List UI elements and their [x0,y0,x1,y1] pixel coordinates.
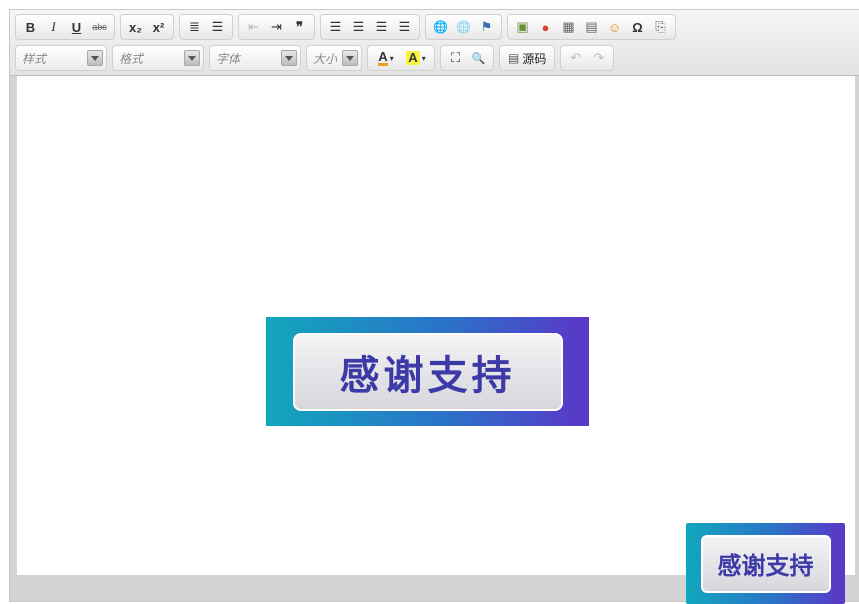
italic-button[interactable]: I [42,16,65,38]
floating-thanks-support-badge[interactable]: 感谢支持 [686,523,845,604]
horizontal-rule-icon: ▤ [585,19,598,34]
align-justify-button[interactable]: ☰ [393,16,416,38]
size-combo-label: 大小 [313,51,338,66]
indent-button[interactable]: ⇥ [265,16,288,38]
font-combo[interactable]: 字体 [209,45,301,71]
rich-text-editor: B I Uabc x₂ x² ≣ ☰ ⇤ ⇥ ❞ ☰ ☰ ☰ ☰ 🌐 🌐 ⚑ ▣ ● ▦ ▤ ☺ Ω ⎘ 样式 格式 字体 大… [9,9,859,602]
text-color-button[interactable]: A ▾ [371,47,401,69]
floating-thanks-support-label: 感谢支持 [700,534,831,593]
source-icon: ▤ [508,51,520,65]
source-group: ▤ 源码 [499,45,556,71]
maximize-button[interactable]: ⛶ [444,47,467,69]
page-break-icon: ⎘ [655,19,666,34]
chevron-down-icon: ▾ [389,53,394,63]
link-icon: 🌐 [433,20,448,34]
align-center-button[interactable]: ☰ [347,16,370,38]
italic-icon: I [51,19,56,34]
underline-button[interactable]: U [65,16,88,38]
align-right-icon: ☰ [375,19,388,34]
indent-icon: ⇥ [271,19,282,34]
blockquote-icon: ❞ [296,19,303,34]
redo-icon: ↷ [593,50,605,65]
link-button[interactable]: 🌐 [429,16,452,38]
align-left-button[interactable]: ☰ [324,16,347,38]
editor-content-area[interactable]: 感谢支持 [16,76,855,576]
smiley-button[interactable]: ☺ [603,16,626,38]
align-center-icon: ☰ [352,19,365,34]
format-combo[interactable]: 格式 [112,45,204,71]
image-icon: ▣ [516,19,529,34]
strikethrough-button[interactable]: abc [88,16,111,38]
styles-combo[interactable]: 样式 [15,45,107,71]
underline-icon: U [71,19,82,35]
redo-button[interactable]: ↷ [587,47,610,69]
flash-button[interactable]: ● [534,16,557,38]
bullet-list-icon: ☰ [211,19,224,34]
size-combo[interactable]: 大小 [306,45,362,71]
superscript-button[interactable]: x² [147,16,170,38]
outdent-button[interactable]: ⇤ [242,16,265,38]
basic-group: B I Uabc [15,14,115,40]
thanks-support-image-label: 感谢支持 [292,332,563,411]
bold-icon: B [25,19,36,35]
background-color-button[interactable]: A ▾ [401,47,431,69]
horizontal-rule-button[interactable]: ▤ [580,16,603,38]
editor-toolbar: B I Uabc x₂ x² ≣ ☰ ⇤ ⇥ ❞ ☰ ☰ ☰ ☰ 🌐 🌐 ⚑ ▣ ● ▦ ▤ ☺ Ω ⎘ 样式 格式 字体 大… [10,10,859,76]
insert-group: ▣ ● ▦ ▤ ☺ Ω ⎘ [507,14,676,40]
links-group: 🌐 🌐 ⚑ [425,14,502,40]
unlink-icon: 🌐 [456,20,471,34]
subscript-button[interactable]: x₂ [124,16,147,38]
undo-icon: ↶ [570,50,582,65]
numbered-list-button[interactable]: ≣ [183,16,206,38]
chevron-down-icon [281,50,297,66]
smiley-icon: ☺ [607,19,622,35]
table-button[interactable]: ▦ [557,16,580,38]
subscript-icon: x₂ [128,19,142,35]
tools-group: ⛶ 🔍 [440,45,494,71]
indent-group: ⇤ ⇥ ❞ [238,14,315,40]
lists-group: ≣ ☰ [179,14,233,40]
special-char-icon: Ω [632,19,643,35]
bullet-list-button[interactable]: ☰ [206,16,229,38]
text-color-icon: A [378,48,388,66]
chevron-down-icon [87,50,103,66]
background-color-icon: A [406,50,420,65]
thanks-support-image[interactable]: 感谢支持 [266,317,589,426]
font-combo-label: 字体 [216,51,241,66]
toolbar-row-1: B I Uabc x₂ x² ≣ ☰ ⇤ ⇥ ❞ ☰ ☰ ☰ ☰ 🌐 🌐 ⚑ ▣ ● ▦ ▤ ☺ Ω ⎘ [15,14,676,40]
chevron-down-icon [184,50,200,66]
color-group: A ▾ A ▾ [367,45,435,71]
align-justify-icon: ☰ [398,19,411,34]
image-button[interactable]: ▣ [511,16,534,38]
unlink-button[interactable]: 🌐 [452,16,475,38]
numbered-list-icon: ≣ [189,19,200,34]
flash-icon: ● [541,19,550,35]
strikethrough-icon: abc [92,22,107,32]
source-button[interactable]: ▤ 源码 [503,50,551,67]
anchor-button[interactable]: ⚑ [475,16,498,38]
anchor-icon: ⚑ [480,19,493,34]
history-group: ↶ ↷ [560,45,615,71]
show-blocks-icon: 🔍 [471,52,486,65]
align-right-button[interactable]: ☰ [370,16,393,38]
blockquote-button[interactable]: ❞ [288,16,311,38]
chevron-down-icon [342,50,358,66]
align-left-icon: ☰ [329,19,342,34]
source-label: 源码 [522,51,547,66]
align-group: ☰ ☰ ☰ ☰ [320,14,420,40]
page-break-button[interactable]: ⎘ [649,16,672,38]
maximize-icon: ⛶ [450,50,461,65]
undo-button[interactable]: ↶ [564,47,587,69]
bold-button[interactable]: B [19,16,42,38]
chevron-down-icon: ▾ [421,53,426,63]
format-combo-label: 格式 [119,51,144,66]
outdent-icon: ⇤ [248,19,259,34]
superscript-icon: x² [152,19,165,35]
show-blocks-button[interactable]: 🔍 [467,47,490,69]
script-group: x₂ x² [120,14,174,40]
table-icon: ▦ [562,19,575,34]
toolbar-row-2: 样式 格式 字体 大小 A ▾ A ▾ ⛶ 🔍 ▤ 源码 ↶ ↷ [15,45,615,71]
styles-combo-label: 样式 [22,51,47,66]
special-char-button[interactable]: Ω [626,16,649,38]
